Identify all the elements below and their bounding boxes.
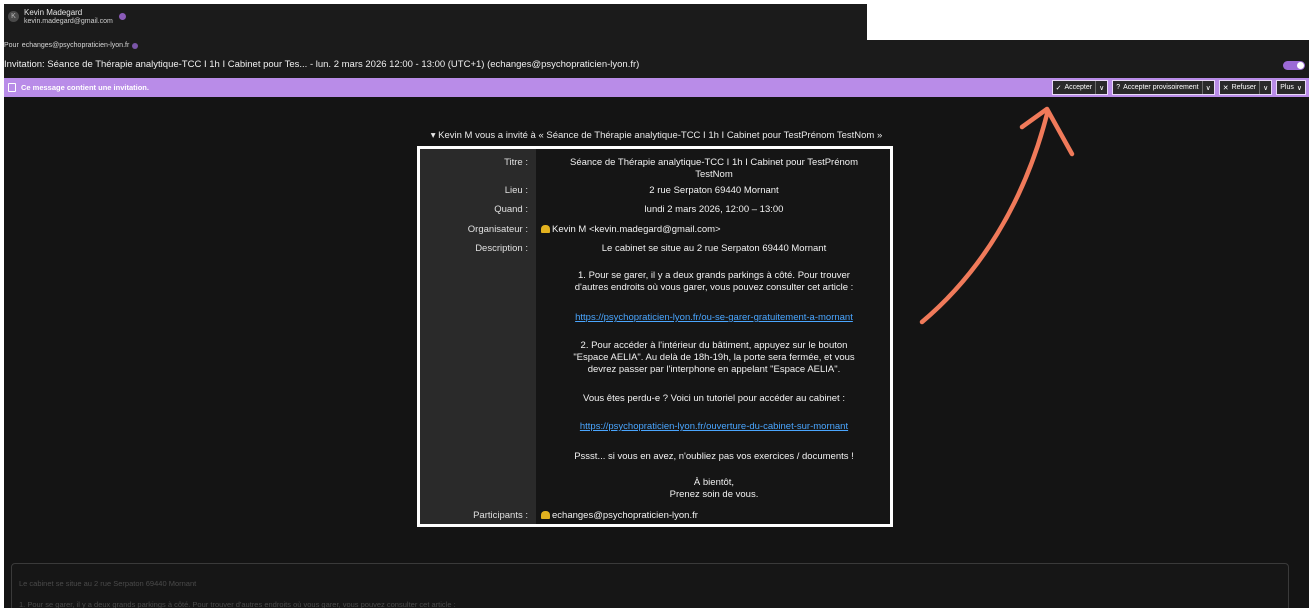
email-window: K Kevin Madegard kevin.madegard@gmail.co… [4, 4, 1309, 608]
annotation-arrow [919, 106, 1075, 325]
